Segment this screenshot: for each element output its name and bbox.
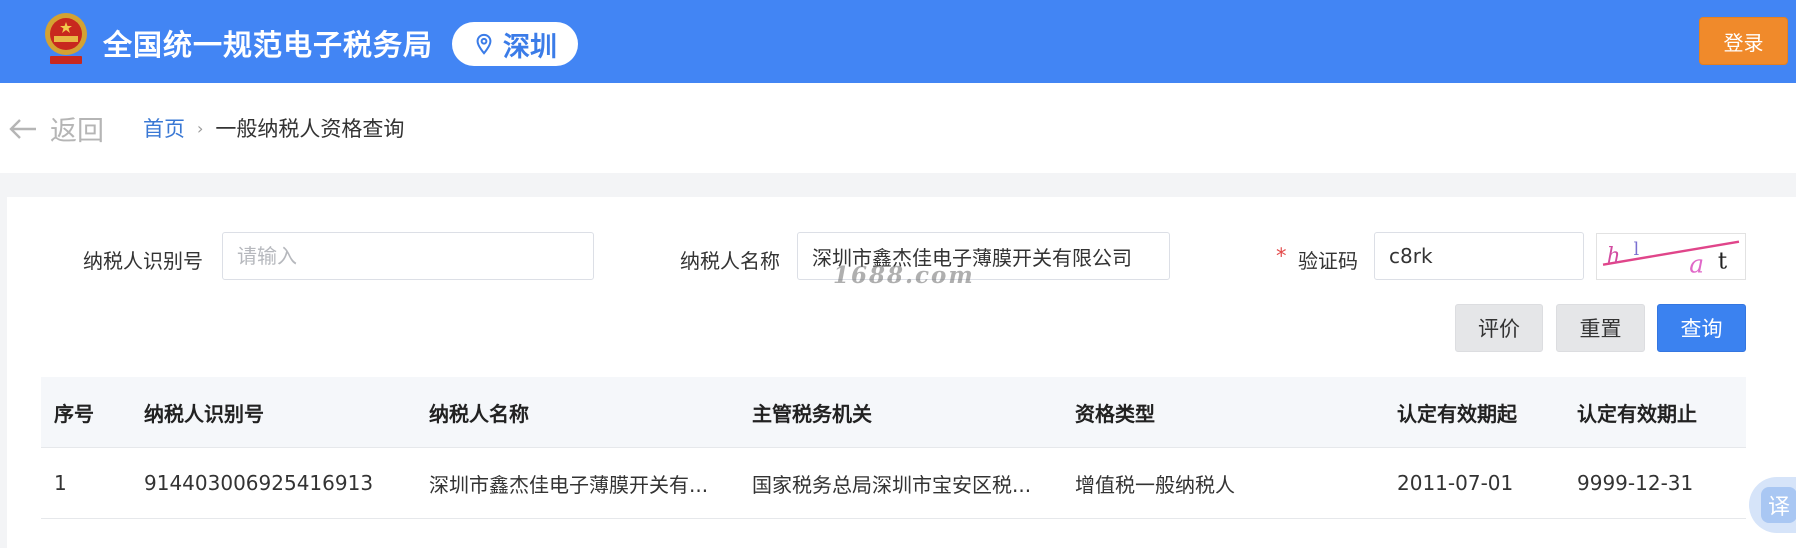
top-header: 全国统一规范电子税务局 深圳 登录 [0, 0, 1796, 83]
table-cell: 914403006925416913 [144, 471, 374, 495]
breadcrumb-home-link[interactable]: 首页 [143, 113, 185, 143]
watermark-text: 1688.com [833, 262, 975, 289]
column-header: 序号 [54, 401, 94, 426]
svg-text:l: l [1634, 240, 1640, 260]
table-cell: 9999-12-31 [1577, 471, 1694, 495]
svg-text:t: t [1718, 248, 1728, 274]
column-header: 纳税人名称 [429, 401, 529, 426]
column-header: 资格类型 [1075, 401, 1155, 426]
table-cell: 增值税一般纳税人 [1075, 472, 1235, 497]
table-cell: 2011-07-01 [1397, 471, 1514, 495]
national-emblem-icon [45, 13, 87, 64]
tax-id-label: 纳税人识别号 [83, 249, 203, 273]
back-label: 返回 [50, 116, 104, 147]
column-header: 认定有效期起 [1397, 401, 1517, 426]
breadcrumb: 首页 › 一般纳税人资格查询 [143, 113, 404, 143]
region-name: 深圳 [503, 31, 557, 63]
svg-text:h: h [1607, 243, 1621, 268]
breadcrumb-bar: 返回 首页 › 一般纳税人资格查询 [0, 83, 1796, 173]
region-selector[interactable]: 深圳 [452, 22, 578, 66]
reset-button[interactable]: 重置 [1556, 304, 1645, 352]
site-title: 全国统一规范电子税务局 [103, 28, 434, 62]
tax-id-input[interactable] [222, 232, 594, 280]
captcha-image[interactable]: h l a t [1596, 233, 1746, 280]
captcha-input[interactable] [1374, 232, 1584, 280]
breadcrumb-separator: › [197, 118, 204, 138]
back-button[interactable]: 返回 [8, 109, 104, 148]
breadcrumb-current: 一般纳税人资格查询 [215, 117, 405, 141]
required-mark: * [1276, 244, 1287, 268]
table-row[interactable]: 1 914403006925416913 深圳市鑫杰佳电子薄膜开关有... 国家… [41, 448, 1746, 519]
captcha-label: 验证码 [1298, 249, 1358, 273]
evaluate-button[interactable]: 评价 [1455, 304, 1543, 352]
taxpayer-name-label: 纳税人名称 [680, 249, 780, 273]
table-header-row: 序号 纳税人识别号 纳税人名称 主管税务机关 资格类型 认定有效期起 认定有效期… [41, 377, 1746, 448]
column-header: 认定有效期止 [1577, 401, 1697, 426]
arrow-left-icon [9, 118, 36, 139]
table-cell: 1 [54, 471, 67, 495]
query-button[interactable]: 查询 [1657, 304, 1746, 352]
column-header: 纳税人识别号 [144, 401, 264, 426]
table-cell: 国家税务总局深圳市宝安区税... [752, 472, 1032, 497]
translate-button[interactable]: 译 [1749, 477, 1796, 533]
column-header: 主管税务机关 [752, 401, 872, 426]
translate-icon: 译 [1761, 487, 1796, 523]
svg-text:a: a [1689, 249, 1704, 278]
table-cell: 深圳市鑫杰佳电子薄膜开关有... [429, 472, 709, 497]
location-pin-icon [476, 33, 492, 55]
login-button[interactable]: 登录 [1699, 17, 1788, 65]
results-table: 序号 纳税人识别号 纳税人名称 主管税务机关 资格类型 认定有效期起 认定有效期… [41, 377, 1746, 519]
